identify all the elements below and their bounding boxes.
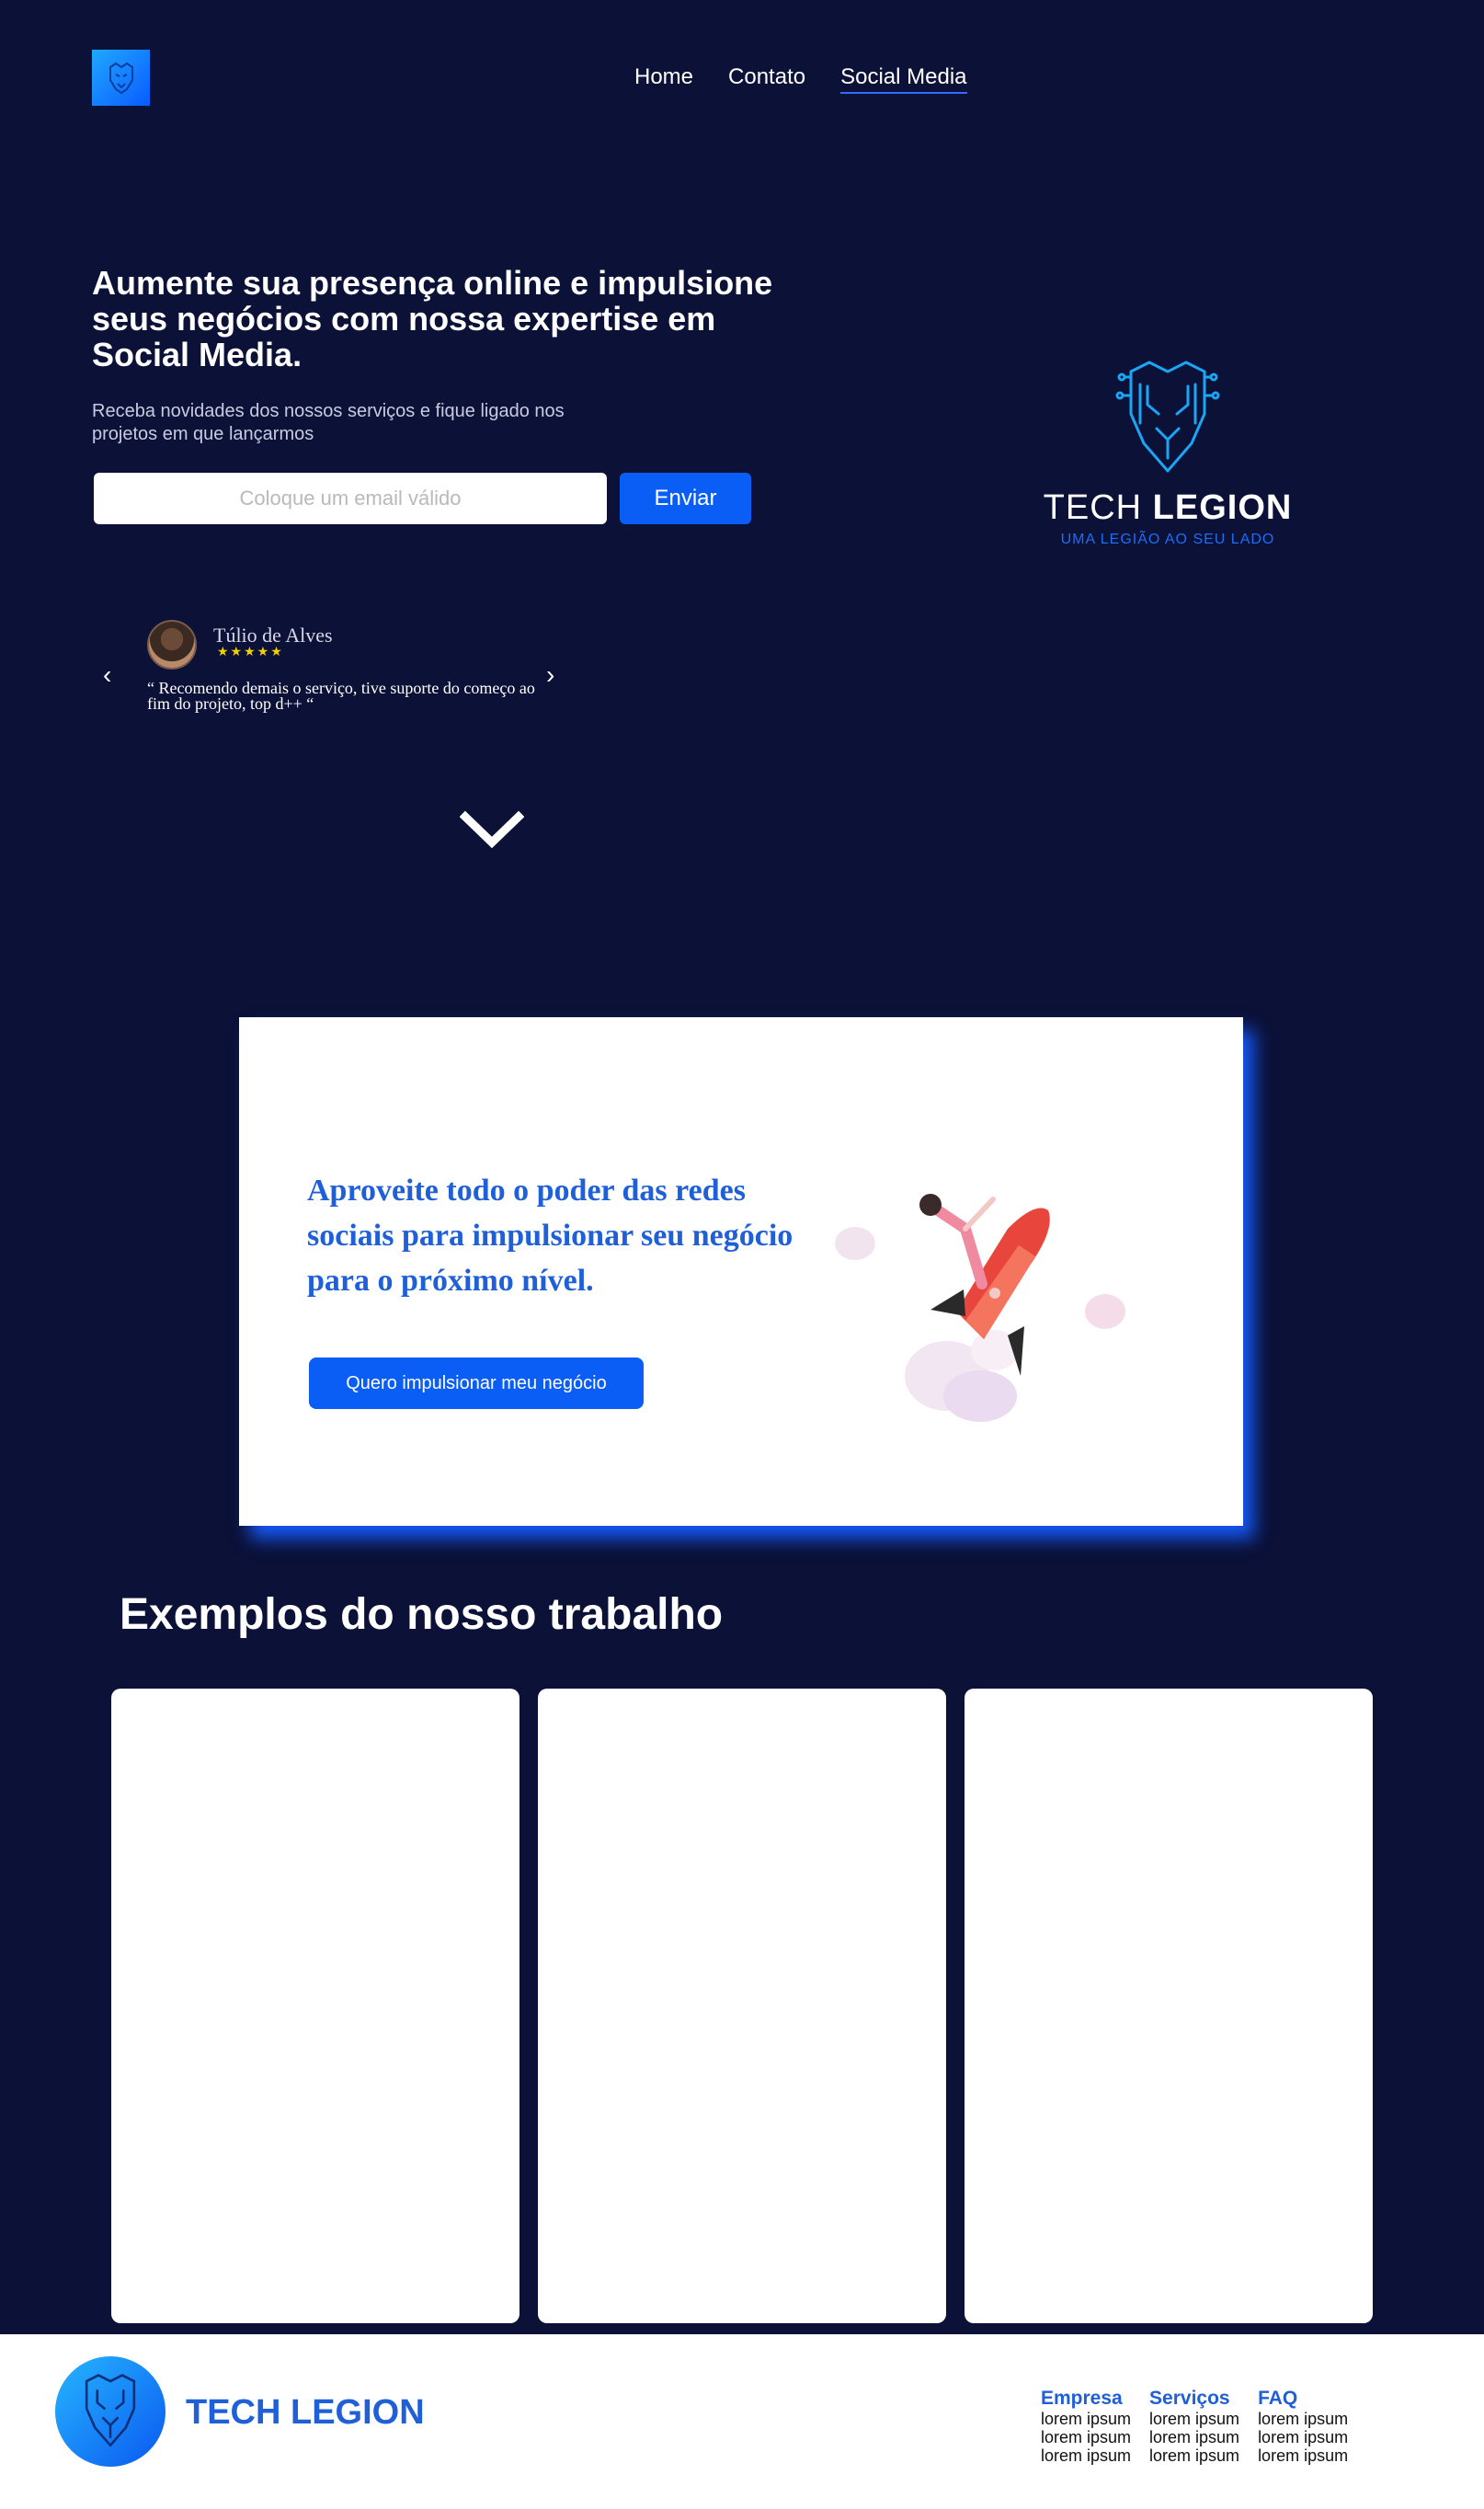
nav-home[interactable]: Home (634, 64, 693, 94)
examples-title: Exemplos do nosso trabalho (120, 1590, 724, 1639)
chevron-right-icon[interactable]: › (546, 660, 554, 690)
footer-col-empresa: Empresa lorem ipsum lorem ipsum lorem ip… (1041, 2388, 1131, 2465)
brand-block: TECH LEGION UMA LEGIÃO AO SEU LADO (1011, 359, 1324, 548)
header-logo[interactable] (92, 50, 150, 106)
footer-link[interactable]: lorem ipsum (1149, 2446, 1239, 2465)
nav-social-media[interactable]: Social Media (840, 64, 967, 94)
footer-links: Empresa lorem ipsum lorem ipsum lorem ip… (1041, 2388, 1348, 2465)
footer-link[interactable]: lorem ipsum (1149, 2428, 1239, 2446)
footer-col-servicos: Serviços lorem ipsum lorem ipsum lorem i… (1149, 2388, 1239, 2465)
avatar (147, 620, 197, 670)
footer-col-title: Empresa (1041, 2388, 1123, 2409)
example-card[interactable] (111, 1689, 519, 2323)
example-card[interactable] (965, 1689, 1373, 2323)
testimonial-text: “ Recomendo demais o serviço, tive supor… (147, 679, 535, 713)
brand-name: TECH LEGION (1043, 488, 1293, 527)
footer-link[interactable]: lorem ipsum (1041, 2428, 1131, 2446)
lion-circuit-icon (108, 62, 133, 94)
footer-link[interactable]: lorem ipsum (1149, 2410, 1239, 2428)
lion-circuit-icon (1115, 361, 1220, 473)
example-card[interactable] (538, 1689, 946, 2323)
footer-link[interactable]: lorem ipsum (1258, 2446, 1348, 2465)
footer: TECH LEGION Empresa lorem ipsum lorem ip… (0, 2334, 1484, 2509)
footer-link[interactable]: lorem ipsum (1041, 2410, 1131, 2428)
cta-button[interactable]: Quero impulsionar meu negócio (309, 1358, 644, 1409)
footer-col-faq: FAQ lorem ipsum lorem ipsum lorem ipsum (1258, 2388, 1348, 2465)
hero-subtitle: Receba novidades dos nossos serviços e f… (92, 401, 565, 444)
footer-col-title: Serviços (1149, 2388, 1230, 2409)
rocket-illustration (835, 1194, 1125, 1422)
cta-card: Aproveite todo o poder das redes sociais… (239, 1017, 1243, 1526)
chevron-left-icon[interactable]: ‹ (103, 660, 111, 690)
footer-link[interactable]: lorem ipsum (1258, 2410, 1348, 2428)
cta-title: Aproveite todo o poder das redes sociais… (307, 1174, 793, 1298)
footer-col-title: FAQ (1258, 2388, 1298, 2409)
brand-tagline: UMA LEGIÃO AO SEU LADO (1060, 532, 1275, 547)
send-button[interactable]: Enviar (620, 473, 751, 524)
chevron-down-icon[interactable] (460, 809, 524, 852)
main-nav: Home Contato Social Media (634, 64, 967, 94)
email-input[interactable] (94, 473, 607, 524)
testimonial-carousel: ‹ Túlio de Alves ★★★★★ “ Recomendo demai… (92, 614, 579, 725)
footer-link[interactable]: lorem ipsum (1041, 2446, 1131, 2465)
footer-link[interactable]: lorem ipsum (1258, 2428, 1348, 2446)
lion-circuit-icon (85, 2374, 136, 2447)
footer-logo[interactable] (55, 2356, 166, 2467)
hero-title: Aumente sua presença online e impulsione… (92, 264, 773, 373)
nav-contato[interactable]: Contato (728, 64, 805, 94)
footer-brand: TECH LEGION (186, 2393, 425, 2432)
rating-stars: ★★★★★ (217, 644, 284, 659)
